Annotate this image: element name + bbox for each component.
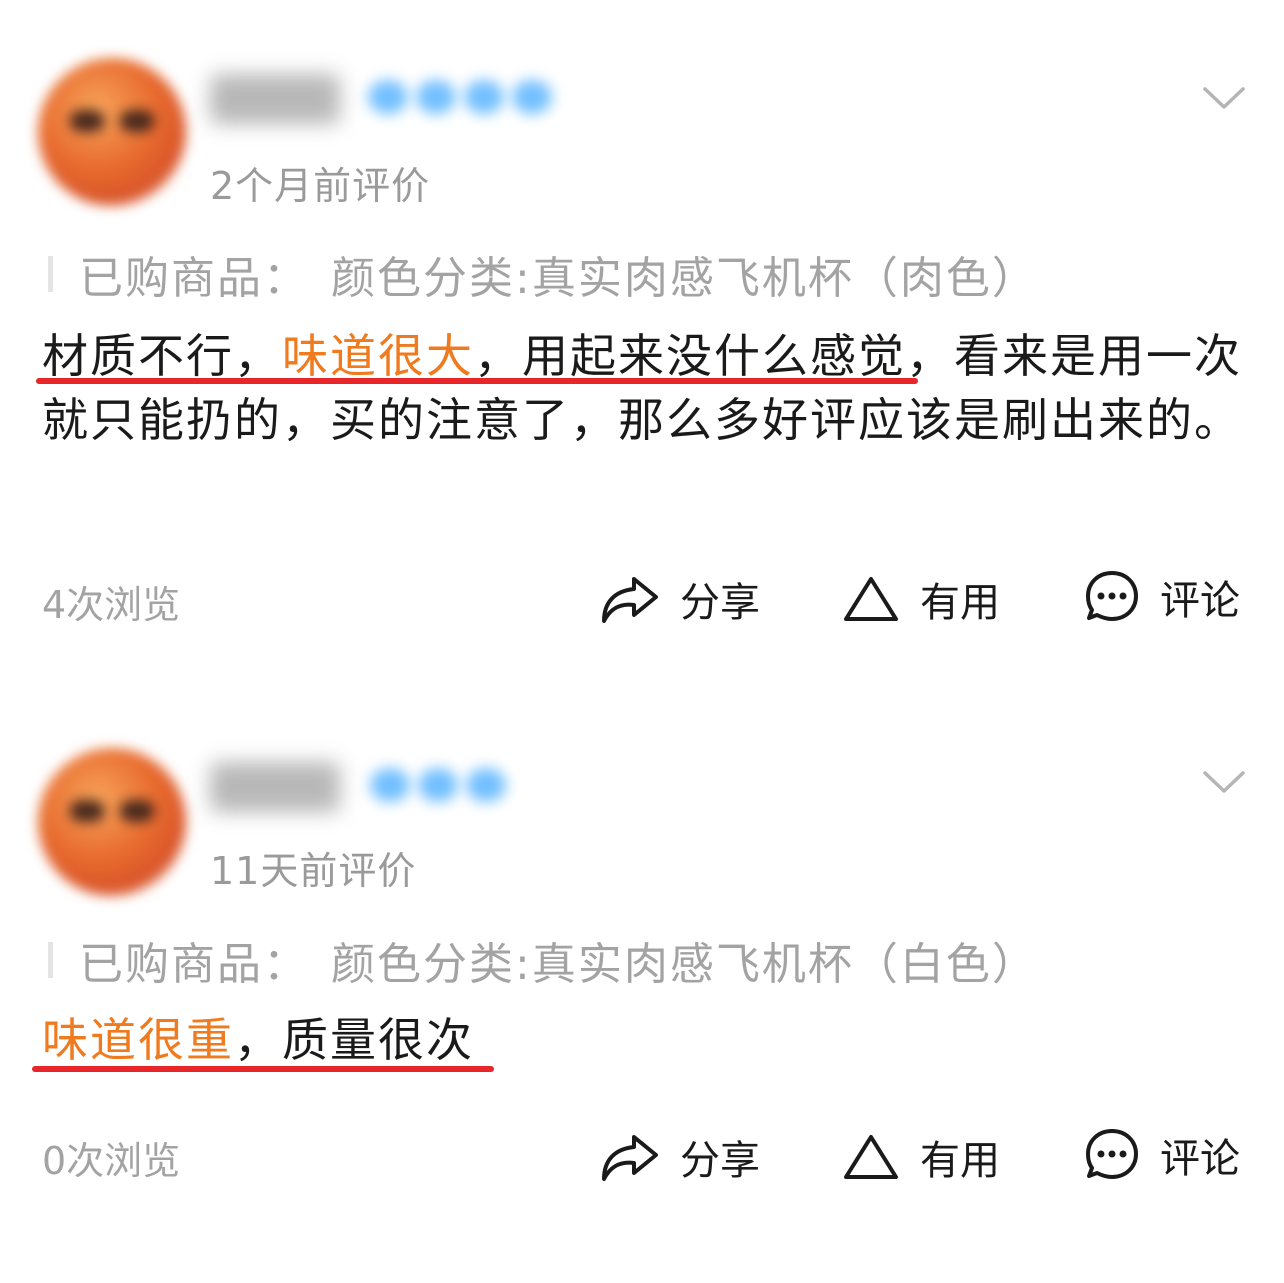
view-count: 0次浏览: [42, 1139, 181, 1183]
user-level-badges: [368, 80, 552, 114]
diamond-badge-icon: [464, 80, 504, 114]
user-level-badges: [370, 768, 506, 802]
diamond-badge-icon: [466, 768, 506, 802]
view-count: 4次浏览: [42, 583, 181, 627]
share-label: 分享: [680, 1138, 760, 1184]
diamond-badge-icon: [418, 768, 458, 802]
user-avatar[interactable]: [38, 58, 186, 206]
share-button[interactable]: 分享: [600, 570, 760, 628]
purchased-item-row[interactable]: 已购商品： 颜色分类:真实肉感飞机杯（肉色）: [48, 242, 1038, 306]
share-arrow-icon: [602, 577, 658, 623]
review-text-part: ，质量很次: [234, 1013, 474, 1067]
divider-bar: [48, 256, 53, 292]
triangle-up-icon: [844, 1135, 898, 1179]
speech-bubble-icon: [1086, 1129, 1138, 1179]
purchased-item-name: 颜色分类:真实肉感飞机杯（白色）: [331, 939, 1038, 990]
chevron-down-icon[interactable]: [1202, 770, 1246, 794]
purchased-prefix: 已购商品：: [79, 939, 309, 990]
useful-label: 有用: [920, 580, 1000, 626]
red-underline-annotation: [32, 1066, 494, 1072]
review-text-part: 材质不行，: [42, 329, 282, 383]
useful-button[interactable]: 有用: [842, 570, 1000, 628]
triangle-up-icon: [844, 577, 898, 621]
review-text-highlight: 味道很重: [42, 1013, 234, 1067]
useful-label: 有用: [920, 1138, 1000, 1184]
review-text: 材质不行，味道很大，用起来没什么感觉，看来是用一次就只能扔的，买的注意了，那么多…: [42, 324, 1242, 452]
comment-button[interactable]: 评论: [1084, 1126, 1240, 1184]
comment-button[interactable]: 评论: [1084, 568, 1240, 626]
review-time: 2个月前评价: [210, 164, 431, 208]
red-underline-annotation: [36, 378, 918, 384]
diamond-badge-icon: [512, 80, 552, 114]
review-card-2: 11天前评价 已购商品： 颜色分类:真实肉感飞机杯（白色） 味道很重，质量很次 …: [0, 690, 1284, 1283]
share-button[interactable]: 分享: [600, 1128, 760, 1186]
username-blurred[interactable]: [210, 762, 340, 812]
diamond-badge-icon: [370, 768, 410, 802]
comment-label: 评论: [1160, 1136, 1240, 1182]
user-avatar[interactable]: [38, 748, 186, 896]
useful-button[interactable]: 有用: [842, 1128, 1000, 1186]
purchased-prefix: 已购商品：: [79, 253, 309, 304]
share-arrow-icon: [602, 1135, 658, 1181]
divider-bar: [48, 942, 53, 978]
review-time: 11天前评价: [210, 849, 417, 893]
diamond-badge-icon: [368, 80, 408, 114]
review-card-1: 2个月前评价 已购商品： 颜色分类:真实肉感飞机杯（肉色） 材质不行，味道很大，…: [0, 0, 1284, 690]
chevron-down-icon[interactable]: [1202, 86, 1246, 110]
share-label: 分享: [680, 580, 760, 626]
diamond-badge-icon: [416, 80, 456, 114]
review-text: 味道很重，质量很次: [42, 1008, 1242, 1072]
purchased-item-name: 颜色分类:真实肉感飞机杯（肉色）: [331, 253, 1038, 304]
username-blurred[interactable]: [210, 74, 340, 124]
purchased-item-row[interactable]: 已购商品： 颜色分类:真实肉感飞机杯（白色）: [48, 928, 1038, 992]
review-text-highlight: 味道很大: [282, 329, 474, 383]
comment-label: 评论: [1160, 578, 1240, 624]
speech-bubble-icon: [1086, 571, 1138, 621]
